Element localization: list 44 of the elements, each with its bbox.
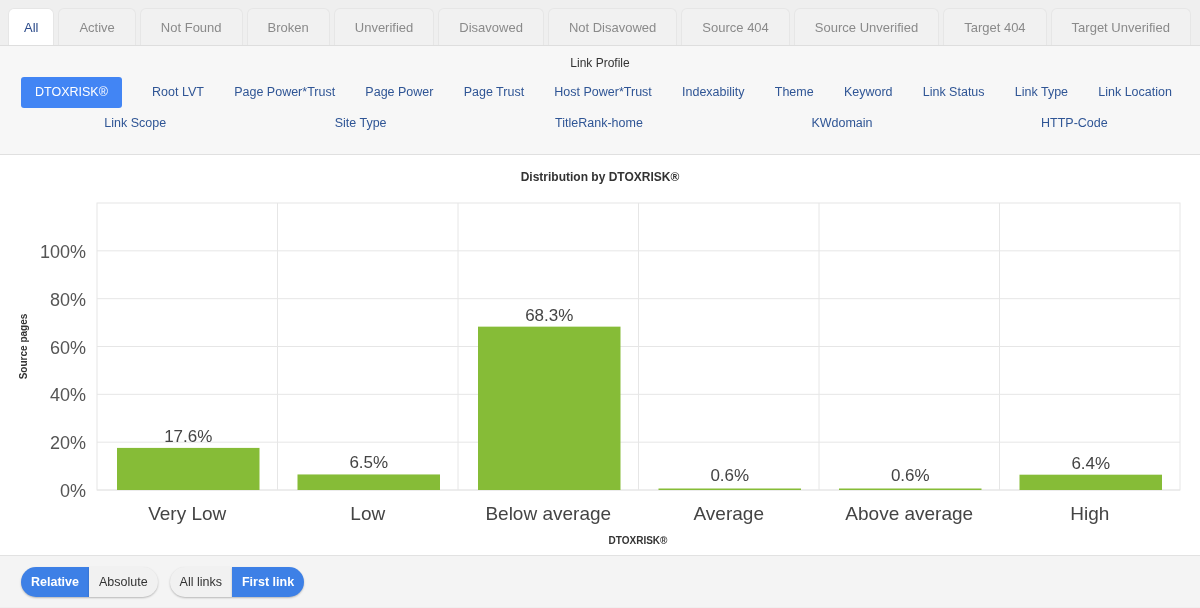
category-label: High [1070, 503, 1110, 524]
category-label: Very Low [148, 503, 227, 524]
category-label: Low [350, 503, 386, 524]
section-title: Link Profile [569, 55, 631, 72]
axis-tick-label: 100% [39, 241, 86, 262]
axis-tick-label: 20% [49, 433, 86, 454]
metric-button[interactable]: Keyword [843, 76, 893, 108]
axis-tick-label: 40% [49, 385, 86, 406]
metric-button[interactable]: Link Type [1014, 76, 1069, 108]
category-label: Below average [485, 503, 612, 524]
metric-button[interactable]: Root LVT [152, 76, 204, 108]
metric-button[interactable]: TitleRank-home [555, 107, 643, 139]
axis-tick-label: 60% [49, 337, 86, 358]
category-label: Average [693, 503, 764, 524]
data-label: 0.6% [710, 465, 750, 485]
tab[interactable]: All [8, 8, 55, 45]
metric-button[interactable]: Host Power*Trust [554, 76, 652, 108]
chart-title: Distribution by DTOXRISK® [520, 170, 680, 184]
metric-button[interactable]: Indexability [682, 76, 745, 108]
data-label: 6.4% [1071, 453, 1111, 473]
metric-button[interactable]: Page Power [365, 76, 434, 108]
metric-button[interactable]: Link Scope [104, 107, 167, 139]
axis-title: Source pages [18, 313, 29, 380]
axis-tick-label: 0% [60, 481, 86, 501]
metric-button[interactable]: DTOXRISK® [21, 76, 122, 108]
metric-button[interactable]: HTTP-Code [1041, 107, 1108, 139]
data-label: 68.3% [525, 305, 574, 325]
toggle-button[interactable]: All links [169, 567, 232, 597]
metric-button[interactable]: Page Trust [463, 76, 525, 108]
metric-button[interactable]: Theme [774, 76, 814, 108]
metric-button[interactable]: Site Type [334, 107, 387, 139]
metric-button[interactable]: Page Power*Trust [234, 76, 336, 108]
data-label: 0.6% [890, 465, 930, 485]
category-label: Above average [845, 503, 974, 524]
data-label: 6.5% [349, 453, 389, 473]
axis-tick-label: 80% [49, 289, 86, 310]
metric-button[interactable]: Link Status [922, 76, 985, 108]
toggle-button[interactable]: Relative [21, 567, 89, 597]
metric-button[interactable]: Link Location [1098, 76, 1172, 108]
axis-title: DTOXRISK® [608, 535, 668, 546]
data-label: 17.6% [164, 426, 213, 446]
toggle-button[interactable]: Absolute [88, 567, 158, 597]
toggle-button[interactable]: First link [232, 567, 305, 597]
metric-button[interactable]: KWdomain [811, 107, 873, 139]
